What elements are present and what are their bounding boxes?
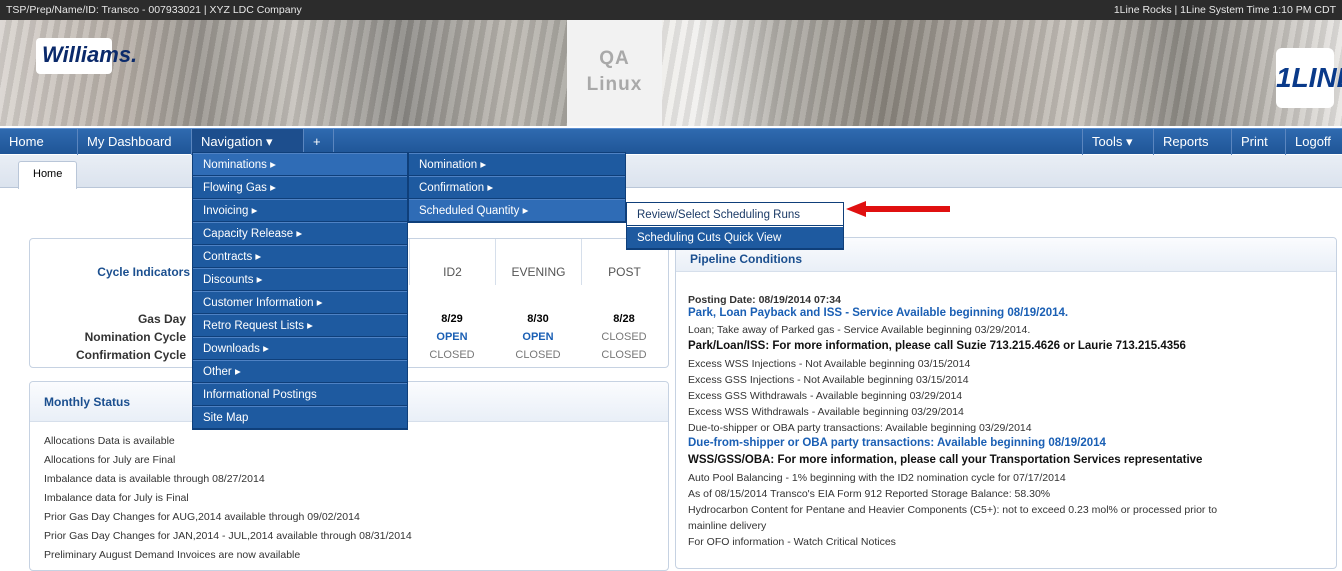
monthly-line: Prior Gas Day Changes for AUG,2014 avail… (44, 511, 360, 523)
oneline-logo: 1LINE (1276, 48, 1342, 108)
williams-logo: Williams. (36, 38, 137, 74)
tab-home[interactable]: Home (18, 161, 78, 189)
nominations-submenu: Nomination ▸ Confirmation ▸ Scheduled Qu… (408, 152, 626, 223)
monthly-line: Imbalance data is available through 08/2… (44, 473, 265, 485)
top-info-bar: TSP/Prep/Name/ID: Transco - 007933021 | … (0, 0, 1342, 20)
menu-downloads[interactable]: Downloads ▸ (193, 337, 407, 360)
pipeline-line: As of 08/15/2014 Transco's EIA Form 912 … (688, 488, 1051, 500)
pipeline-line: For OFO information - Watch Critical Not… (688, 536, 896, 548)
conf-evening: CLOSED (515, 349, 561, 361)
pipeline-link[interactable]: Due-from-shipper or OBA party transactio… (688, 437, 1106, 449)
pipeline-line: Due-to-shipper or OBA party transactions… (688, 422, 1032, 434)
pipeline-conditions-panel: Pipeline Conditions Posting Date: 08/19/… (675, 237, 1337, 569)
pipeline-line: WSS/GSS/OBA: For more information, pleas… (688, 454, 1203, 466)
menu-discounts[interactable]: Discounts ▸ (193, 268, 407, 291)
menu-customer-information[interactable]: Customer Information ▸ (193, 291, 407, 314)
header-banner (0, 20, 1342, 126)
row-confirmation-cycle: Confirmation Cycle (75, 348, 186, 362)
gasday-evening: 8/30 (527, 313, 549, 325)
pipeline-line: Excess GSS Injections - Not Available be… (688, 374, 969, 386)
navigation-menu: Nominations ▸ Flowing Gas ▸ Invoicing ▸ … (192, 152, 408, 430)
menu-nominations[interactable]: Nominations ▸ (193, 153, 407, 176)
tsp-info: TSP/Prep/Name/ID: Transco - 007933021 | … (6, 4, 302, 16)
menu-review-select-scheduling-runs[interactable]: Review/Select Scheduling Runs (627, 203, 843, 226)
nav-tools[interactable]: Tools ▾ (1082, 129, 1154, 155)
conf-post: CLOSED (601, 349, 647, 361)
row-nomination-cycle: Nomination Cycle (84, 330, 186, 344)
menu-invoicing[interactable]: Invoicing ▸ (193, 199, 407, 222)
nav-logoff[interactable]: Logoff (1286, 129, 1342, 155)
menu-flowing-gas[interactable]: Flowing Gas ▸ (193, 176, 407, 199)
monthly-line: Prior Gas Day Changes for JAN,2014 - JUL… (44, 530, 412, 542)
menu-contracts[interactable]: Contracts ▸ (193, 245, 407, 268)
nav-my-dashboard[interactable]: My Dashboard (78, 129, 192, 155)
menu-informational-postings[interactable]: Informational Postings (193, 383, 407, 406)
monthly-line: Preliminary August Demand Invoices are n… (44, 549, 301, 561)
system-time: 1Line Rocks | 1Line System Time 1:10 PM … (1113, 4, 1336, 16)
col-evening: EVENING (495, 239, 581, 285)
menu-site-map[interactable]: Site Map (193, 406, 407, 429)
nom-id2: OPEN (436, 331, 468, 343)
pipeline-line: Excess WSS Withdrawals - Available begin… (688, 406, 964, 418)
menu-nomination[interactable]: Nomination ▸ (409, 153, 625, 176)
nav-print[interactable]: Print (1232, 129, 1286, 155)
menu-capacity-release[interactable]: Capacity Release ▸ (193, 222, 407, 245)
main-navbar: Home My Dashboard Navigation ▾ + Tools ▾… (0, 128, 1342, 155)
nom-post: CLOSED (601, 331, 647, 343)
nav-reports[interactable]: Reports (1154, 129, 1232, 155)
pipeline-line: mainline delivery (688, 520, 767, 532)
row-gas-day: Gas Day (137, 312, 186, 326)
pipeline-line: Hydrocarbon Content for Pentane and Heav… (688, 504, 1218, 516)
monthly-line: Allocations for July are Final (44, 454, 176, 466)
nav-home[interactable]: Home (0, 129, 78, 155)
pipeline-link[interactable]: Park, Loan Payback and ISS - Service Ava… (688, 307, 1068, 319)
monthly-line: Allocations Data is available (44, 435, 175, 447)
gasday-post: 8/28 (613, 313, 635, 325)
menu-confirmation[interactable]: Confirmation ▸ (409, 176, 625, 199)
gasday-id2: 8/29 (441, 313, 463, 325)
nom-evening: OPEN (522, 331, 554, 343)
pipeline-line: Auto Pool Balancing - 1% beginning with … (688, 472, 1066, 484)
col-id2: ID2 (409, 239, 495, 285)
scheduled-quantity-submenu: Review/Select Scheduling Runs Scheduling… (626, 202, 844, 250)
pipeline-line: Park/Loan/ISS: For more information, ple… (688, 340, 1186, 352)
env-line-2: Linux (586, 74, 643, 95)
pipeline-line: Excess WSS Injections - Not Available be… (688, 358, 971, 370)
monthly-line: Imbalance data for July is Final (44, 492, 189, 504)
annotation-arrow-icon (846, 201, 950, 217)
environment-label: QA Linux (567, 20, 662, 126)
menu-other[interactable]: Other ▸ (193, 360, 407, 383)
env-line-1: QA (599, 48, 630, 69)
posting-date: Posting Date: 08/19/2014 07:34 (688, 294, 841, 306)
cycle-title: Cycle Indicators (97, 265, 190, 279)
menu-retro-request-lists[interactable]: Retro Request Lists ▸ (193, 314, 407, 337)
pipeline-line: Excess GSS Withdrawals - Available begin… (688, 390, 963, 402)
menu-scheduling-cuts-quick-view[interactable]: Scheduling Cuts Quick View (627, 226, 843, 249)
pipeline-line: Loan; Take away of Parked gas - Service … (688, 324, 1031, 336)
conf-id2: CLOSED (429, 349, 475, 361)
menu-scheduled-quantity[interactable]: Scheduled Quantity ▸ (409, 199, 625, 222)
